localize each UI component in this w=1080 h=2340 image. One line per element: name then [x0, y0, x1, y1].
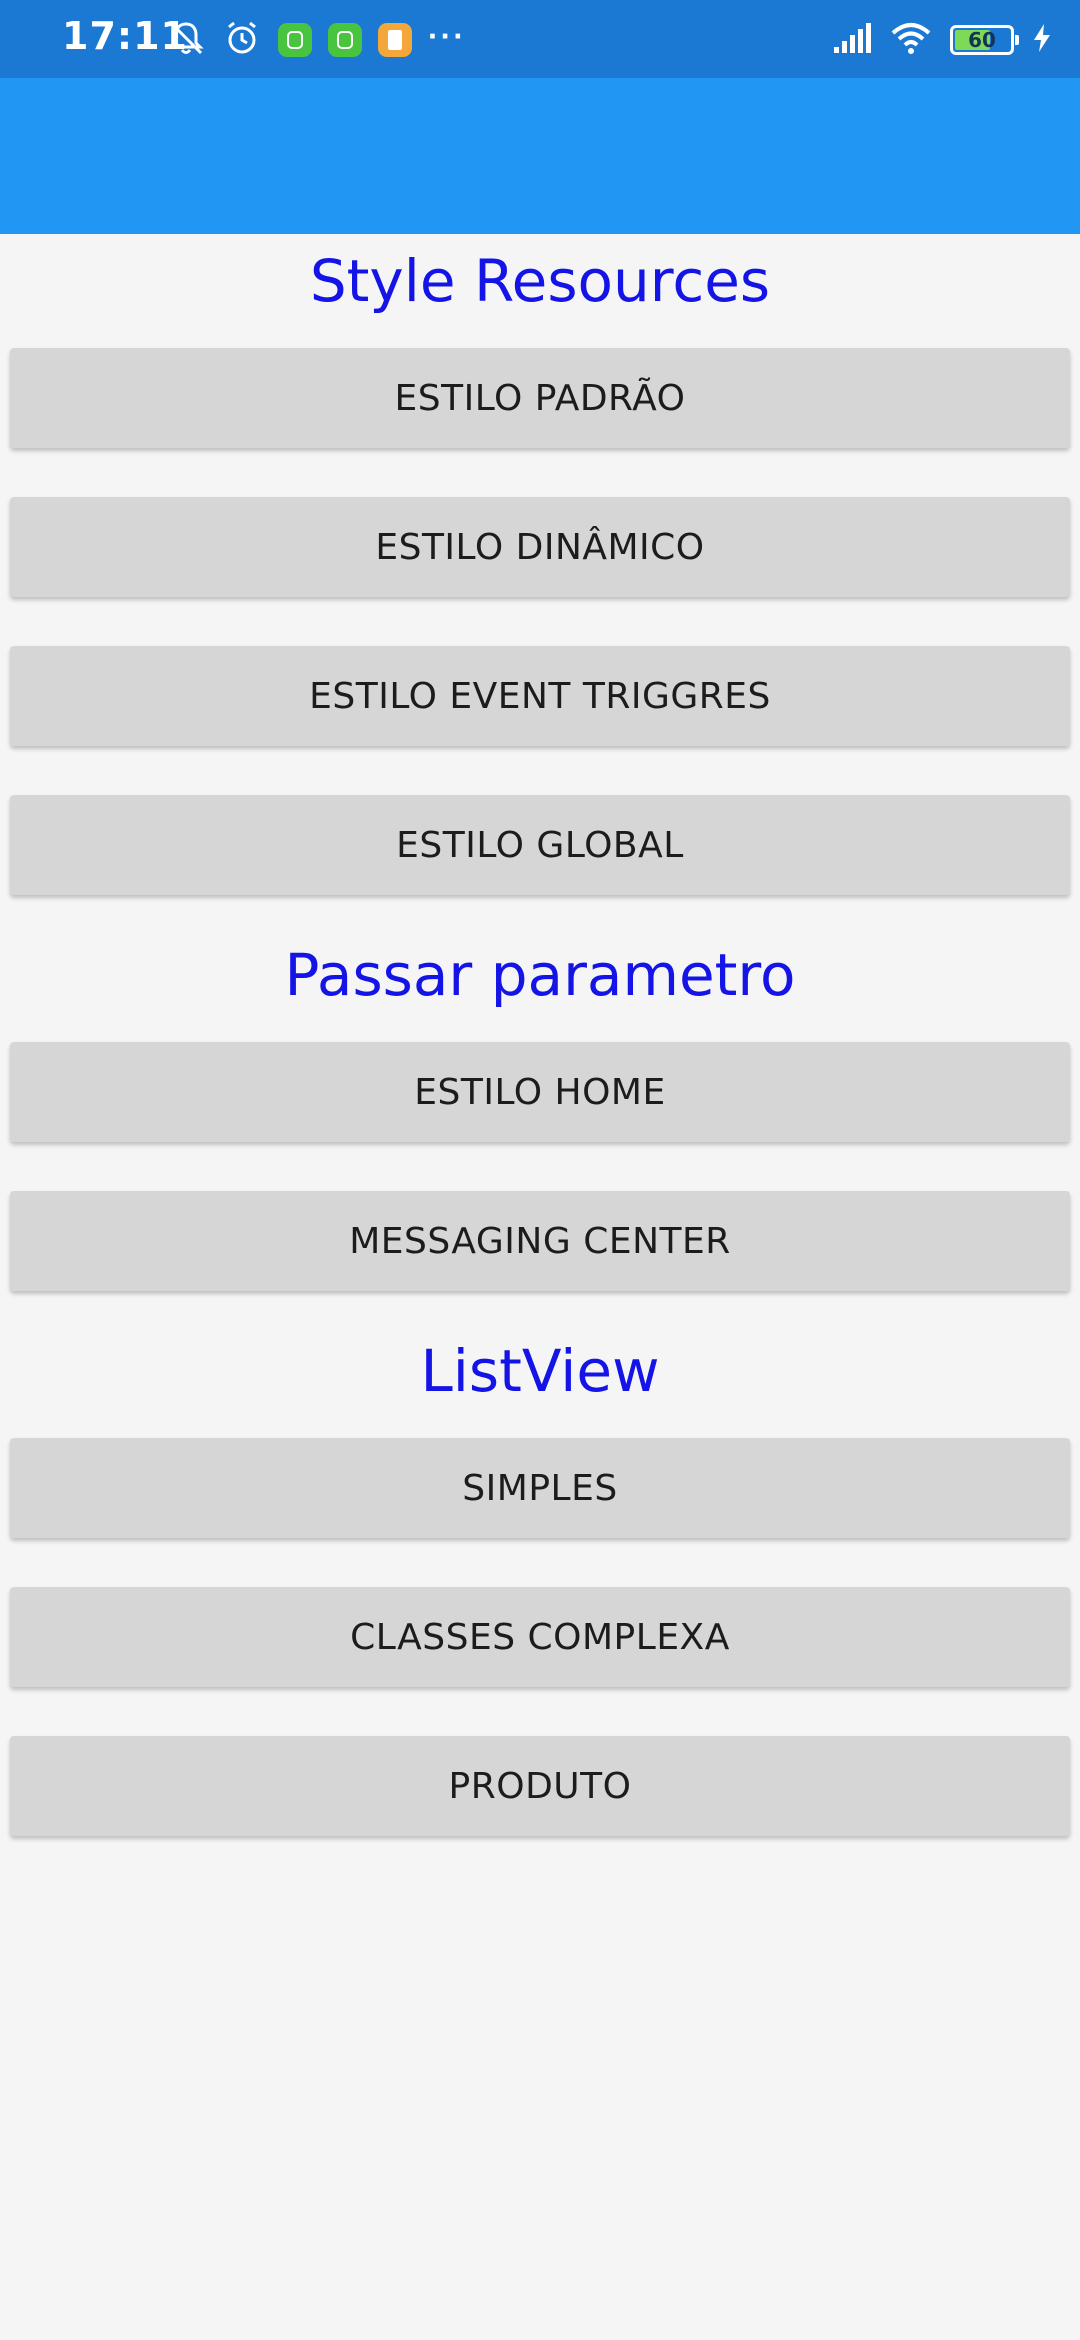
notification-icons: ··· [166, 20, 466, 60]
estilo-global-button[interactable]: ESTILO GLOBAL [10, 795, 1070, 895]
produto-button[interactable]: PRODUTO [10, 1736, 1070, 1836]
messaging-center-button[interactable]: MESSAGING CENTER [10, 1191, 1070, 1291]
estilo-home-button[interactable]: ESTILO HOME [10, 1042, 1070, 1142]
wifi-icon [890, 21, 932, 60]
battery-icon: 60 [950, 25, 1019, 55]
battery-level: 60 [968, 28, 996, 52]
android-app-icon [328, 23, 362, 57]
section-title-listview: ListView [420, 1337, 660, 1405]
more-icon: ··· [428, 18, 466, 54]
section-title-passar-parametro: Passar parametro [284, 941, 796, 1009]
simples-button[interactable]: SIMPLES [10, 1438, 1070, 1538]
notes-app-icon [378, 23, 412, 57]
mute-alarm-icon [166, 18, 206, 63]
section-title-style-resources: Style Resources [309, 247, 771, 315]
estilo-dinamico-button[interactable]: ESTILO DINÂMICO [10, 497, 1070, 597]
alarm-clock-icon [222, 18, 262, 63]
estilo-padrao-button[interactable]: ESTILO PADRÃO [10, 348, 1070, 448]
classes-complexa-button[interactable]: CLASSES COMPLEXA [10, 1587, 1070, 1687]
signal-icon [832, 21, 872, 60]
estilo-event-triggers-button[interactable]: ESTILO EVENT TRIGGRES [10, 646, 1070, 746]
android-app-icon [278, 23, 312, 57]
app-toolbar [0, 78, 1080, 234]
status-bar: 17:11 ··· 60 [0, 0, 1080, 78]
charging-bolt-icon [1032, 23, 1052, 58]
system-icons: 60 [832, 20, 1052, 60]
